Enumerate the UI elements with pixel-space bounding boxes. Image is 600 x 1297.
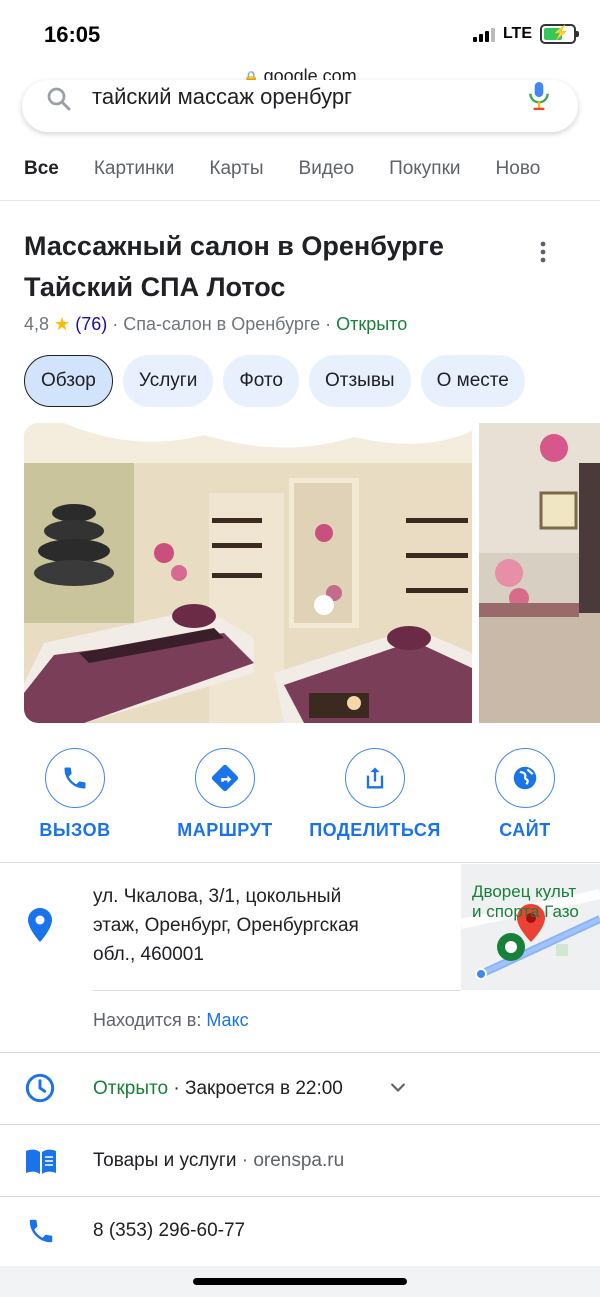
- mic-icon[interactable]: [526, 82, 552, 117]
- address-line-1: ул. Чкалова, 3/1, цокольный: [93, 886, 342, 907]
- more-vert-icon[interactable]: [536, 240, 550, 269]
- chip-overview[interactable]: Обзор: [24, 355, 113, 407]
- photo-secondary[interactable]: [479, 423, 600, 723]
- home-indicator[interactable]: [193, 1278, 407, 1285]
- open-status: Открыто: [336, 314, 408, 334]
- status-bar: 16:05 LTE ⚡: [0, 0, 600, 62]
- call-label: ВЫЗОВ: [39, 820, 111, 840]
- directions-icon: [195, 748, 255, 808]
- section-divider: [0, 1124, 600, 1125]
- tab-images[interactable]: Картинки: [94, 150, 175, 200]
- hours-closes: · Закроется в 22:00: [173, 1078, 343, 1099]
- place-title: Массажный салон в Оренбурге Тайский СПА …: [24, 226, 504, 308]
- address-row[interactable]: ул. Чкалова, 3/1, цокольный этаж, Оренбу…: [0, 864, 600, 990]
- star-icon: ★: [54, 314, 71, 334]
- services-text: Товары и услуги · orenspa.ru: [93, 1150, 344, 1172]
- address-line-2: этаж, Оренбург, Оренбургская: [93, 915, 359, 936]
- directions-label: МАРШРУТ: [177, 820, 273, 840]
- tab-shopping[interactable]: Покупки: [389, 150, 460, 200]
- phone-icon: [45, 748, 105, 808]
- map-place-label: Дворец культ и спорта Газо: [472, 882, 579, 921]
- place-title-line1: Массажный салон в Оренбурге: [24, 231, 444, 261]
- services-site[interactable]: · orenspa.ru: [242, 1150, 344, 1171]
- place-title-line2: Тайский СПА Лотос: [24, 272, 286, 302]
- directions-button[interactable]: МАРШРУТ: [155, 748, 295, 841]
- network-label: LTE: [502, 25, 532, 42]
- rating-value: 4,8: [24, 314, 50, 334]
- located-in: Находится в: Макс: [93, 1010, 249, 1031]
- chip-about[interactable]: О месте: [420, 355, 525, 407]
- address-divider: [93, 990, 461, 991]
- book-icon: [24, 1148, 58, 1181]
- section-divider: [0, 1052, 600, 1053]
- battery-icon: ⚡: [540, 24, 579, 44]
- services-label: Товары и услуги: [93, 1150, 237, 1171]
- place-category: · Спа-салон в Оренбурге ·: [112, 314, 332, 334]
- section-divider: [0, 1196, 600, 1197]
- tab-all[interactable]: Все: [24, 150, 59, 200]
- action-buttons: ВЫЗОВ МАРШРУТ ПОДЕЛИТЬСЯ САЙТ: [0, 748, 600, 848]
- address-text: ул. Чкалова, 3/1, цокольный этаж, Оренбу…: [93, 882, 433, 969]
- share-button[interactable]: ПОДЕЛИТЬСЯ: [305, 748, 445, 841]
- address-line-3: обл., 460001: [93, 944, 204, 965]
- tab-news[interactable]: Ново: [496, 150, 541, 200]
- chevron-down-icon[interactable]: [385, 1078, 411, 1103]
- search-icon: [44, 84, 74, 119]
- search-input[interactable]: тайский массаж оренбург: [92, 84, 352, 110]
- status-indicators: LTE ⚡: [472, 24, 579, 44]
- chip-reviews[interactable]: Отзывы: [308, 355, 411, 407]
- website-button[interactable]: САЙТ: [455, 748, 595, 841]
- map-thumbnail[interactable]: Дворец культ и спорта Газо: [461, 864, 600, 990]
- clock-icon: [24, 1072, 56, 1109]
- hours-open-status: Открыто: [93, 1078, 169, 1099]
- share-label: ПОДЕЛИТЬСЯ: [309, 820, 441, 840]
- hours-text: Открыто · Закроется в 22:00: [93, 1078, 343, 1100]
- status-time: 16:05: [44, 22, 101, 47]
- section-divider: [0, 862, 600, 863]
- search-tabs: Все Картинки Карты Видео Покупки Ново: [0, 150, 600, 200]
- chip-photos[interactable]: Фото: [223, 355, 299, 407]
- hours-row[interactable]: Открыто · Закроется в 22:00: [0, 1054, 600, 1124]
- phone-icon: [26, 1216, 56, 1251]
- tabs-divider: [0, 200, 600, 201]
- tab-maps[interactable]: Карты: [209, 150, 263, 200]
- services-row[interactable]: Товары и услуги · orenspa.ru: [0, 1126, 600, 1196]
- rating-line: 4,8 ★ (76) · Спа-салон в Оренбурге · Отк…: [24, 314, 407, 335]
- tab-video[interactable]: Видео: [299, 150, 355, 200]
- globe-icon: [495, 748, 555, 808]
- phone-row[interactable]: 8 (353) 296-60-77: [0, 1198, 600, 1264]
- place-chips: Обзор Услуги Фото Отзывы О месте: [24, 355, 525, 407]
- located-in-label: Находится в:: [93, 1010, 202, 1030]
- signal-icon: [472, 26, 495, 42]
- photo-carousel[interactable]: [24, 423, 600, 723]
- reviews-count-link[interactable]: (76): [75, 314, 107, 334]
- located-in-link[interactable]: Макс: [206, 1010, 248, 1030]
- location-pin-icon: [28, 908, 52, 947]
- share-icon: [345, 748, 405, 808]
- chip-services[interactable]: Услуги: [122, 355, 214, 407]
- call-button[interactable]: ВЫЗОВ: [5, 748, 145, 841]
- search-box[interactable]: тайский массаж оренбург: [22, 80, 578, 132]
- photo-main[interactable]: [24, 423, 472, 723]
- website-label: САЙТ: [499, 820, 551, 840]
- phone-number[interactable]: 8 (353) 296-60-77: [93, 1220, 245, 1242]
